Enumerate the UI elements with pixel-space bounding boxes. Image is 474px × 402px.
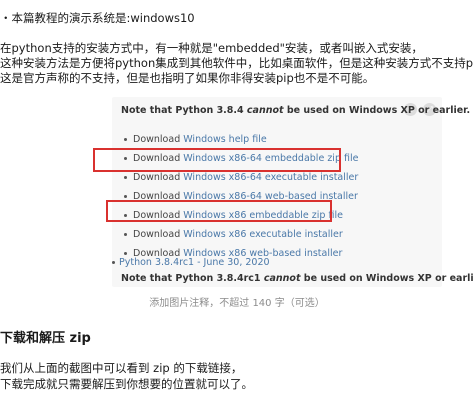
download-link[interactable]: Windows help file [183,134,266,145]
intro-paragraph-line-3: 这是官方声称的不支持，但是也指明了如果你非得安装pip也不是不可能。 [0,71,375,85]
python-note-bottom: Note that Python 3.8.4rc1 cannot be used… [121,273,474,284]
intro-system-line: ・本篇教程的演示系统是:windows10 [0,11,195,25]
section-paragraph-line-2: 下载完成就只需要解压到你想要的位置就可以了。 [0,377,253,391]
highlight-box-x86-embeddable [106,200,332,222]
release-link[interactable]: Python 3.8.4rc1 - June 30, 2020 [112,257,270,268]
section-paragraph-line-1: 我们从上面的截图中可以看到 zip 的下载链接， [0,361,243,375]
intro-paragraph-line-1: 在python支持的安装方式中，有一种就是"embedded"安装，或者叫嵌入式… [0,41,423,55]
download-item: Download Windows help file [121,130,358,149]
download-item: Download Windows x86 executable installe… [121,225,358,244]
download-link[interactable]: Windows x86 executable installer [183,229,343,240]
python-note-top: Note that Python 3.8.4 cannot be used on… [121,105,471,116]
image-caption[interactable]: 添加图片注释，不超过 140 字（可选） [0,294,474,309]
download-link[interactable]: Windows x86-64 executable installer [183,172,358,183]
intro-paragraph-line-2: 这种安装方法是方便将python集成到其他软件中，比如桌面软件，但是这种安装方式… [0,56,474,70]
highlight-box-x86-64-embeddable [93,148,341,172]
embedded-screenshot: ⚙ ⤢ Note that Python 3.8.4 cannot be use… [112,97,474,287]
section-heading: 下载和解压 zip [0,331,91,346]
